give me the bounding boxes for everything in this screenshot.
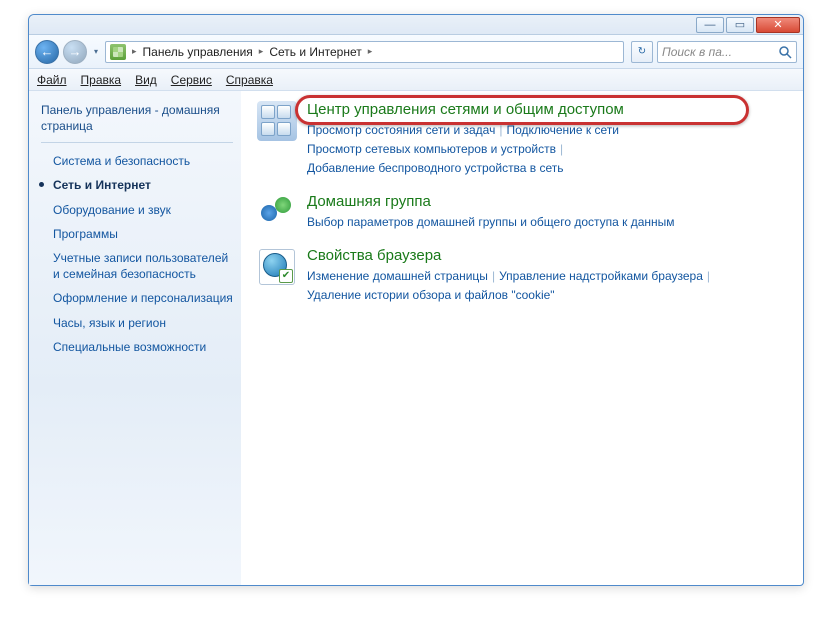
menu-edit[interactable]: Правка	[81, 73, 122, 87]
maximize-button[interactable]: ▭	[726, 17, 754, 33]
link-delete-history[interactable]: Удаление истории обзора и файлов "cookie…	[307, 288, 555, 302]
category-network-sharing: Центр управления сетями и общим доступом…	[257, 101, 787, 179]
link-view-computers[interactable]: Просмотр сетевых компьютеров и устройств	[307, 142, 556, 156]
link-add-wireless[interactable]: Добавление беспроводного устройства в се…	[307, 161, 564, 175]
close-button[interactable]: ✕	[756, 17, 800, 33]
breadcrumb-network[interactable]: Сеть и Интернет	[269, 45, 361, 59]
menu-service[interactable]: Сервис	[171, 73, 212, 87]
menu-file[interactable]: Файл	[37, 73, 67, 87]
title-bar: — ▭ ✕	[29, 15, 803, 35]
search-icon	[778, 45, 792, 59]
separator: |	[492, 269, 495, 283]
link-homegroup-options[interactable]: Выбор параметров домашней группы и общег…	[307, 215, 675, 229]
separator: |	[499, 123, 502, 137]
link-connect[interactable]: Подключение к сети	[506, 123, 618, 137]
history-dropdown[interactable]: ▾	[91, 40, 101, 64]
sidebar-item-system[interactable]: Система и безопасность	[41, 149, 233, 173]
link-browser-options[interactable]: Свойства браузера	[307, 247, 441, 264]
chevron-right-icon: ▸	[259, 46, 264, 57]
window-frame: — ▭ ✕ ← → ▾ ▸ Панель управления ▸ Сеть и…	[28, 14, 804, 586]
control-panel-icon	[110, 44, 126, 60]
sidebar-item-network[interactable]: Сеть и Интернет	[41, 173, 233, 197]
link-network-sharing-center[interactable]: Центр управления сетями и общим доступом	[307, 101, 624, 118]
separator: |	[560, 142, 563, 156]
sidebar-item-clock[interactable]: Часы, язык и регион	[41, 311, 233, 335]
back-button[interactable]: ←	[35, 40, 59, 64]
sidebar-item-hardware[interactable]: Оборудование и звук	[41, 198, 233, 222]
separator: |	[707, 269, 710, 283]
sidebar-item-ease[interactable]: Специальные возможности	[41, 335, 233, 359]
content-pane: Центр управления сетями и общим доступом…	[241, 91, 803, 585]
sidebar-item-programs[interactable]: Программы	[41, 222, 233, 246]
category-homegroup: Домашняя группа Выбор параметров домашне…	[257, 193, 787, 233]
menu-help[interactable]: Справка	[226, 73, 273, 87]
category-browser: ✔ Свойства браузера Изменение домашней с…	[257, 247, 787, 305]
link-change-homepage[interactable]: Изменение домашней страницы	[307, 269, 488, 283]
sidebar-home-link[interactable]: Панель управления - домашняя страница	[41, 103, 233, 134]
sidebar-item-appearance[interactable]: Оформление и персонализация	[41, 286, 233, 310]
search-input[interactable]: Поиск в па...	[657, 41, 797, 63]
link-manage-addons[interactable]: Управление надстройками браузера	[499, 269, 703, 283]
nav-bar: ← → ▾ ▸ Панель управления ▸ Сеть и Интер…	[29, 35, 803, 69]
chevron-right-icon: ▸	[132, 46, 137, 57]
forward-button[interactable]: →	[63, 40, 87, 64]
sidebar-item-accounts[interactable]: Учетные записи пользователей и семейная …	[41, 246, 233, 286]
link-homegroup[interactable]: Домашняя группа	[307, 193, 431, 210]
sidebar: Панель управления - домашняя страница Си…	[29, 91, 241, 585]
browser-options-icon: ✔	[257, 247, 297, 287]
divider	[41, 142, 233, 143]
search-placeholder: Поиск в па...	[662, 45, 732, 59]
menu-view[interactable]: Вид	[135, 73, 157, 87]
link-view-status[interactable]: Просмотр состояния сети и задач	[307, 123, 495, 137]
chevron-right-icon: ▸	[368, 46, 373, 57]
minimize-button[interactable]: —	[696, 17, 724, 33]
refresh-button[interactable]: ↻	[631, 41, 653, 63]
breadcrumb-control-panel[interactable]: Панель управления	[143, 45, 253, 59]
menu-bar: Файл Правка Вид Сервис Справка	[29, 69, 803, 91]
address-bar[interactable]: ▸ Панель управления ▸ Сеть и Интернет ▸	[105, 41, 624, 63]
network-sharing-icon	[257, 101, 297, 141]
homegroup-icon	[257, 193, 297, 233]
